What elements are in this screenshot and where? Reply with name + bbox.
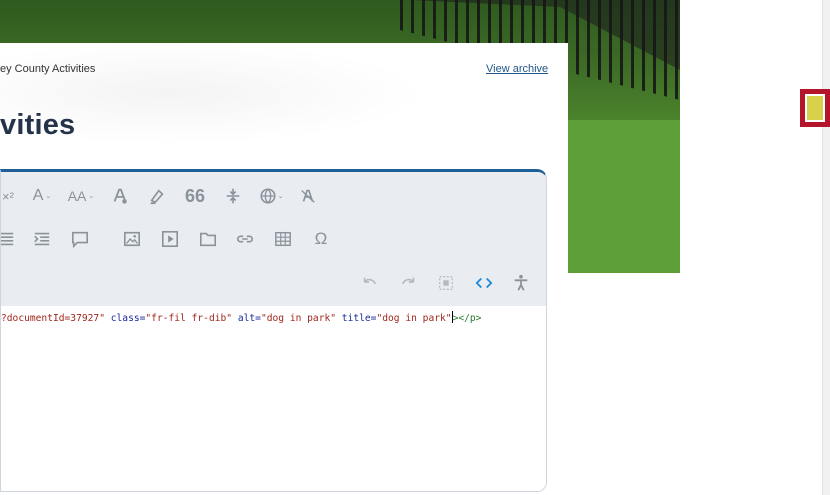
content-card: ey County Activities View archive vities… [0, 43, 568, 495]
undo-icon[interactable] [357, 270, 383, 296]
page-title: vities [0, 109, 76, 141]
insert-video-icon[interactable] [157, 226, 183, 252]
code-alt-value: "dog in park" [260, 313, 337, 324]
quote-glyph: 66 [184, 185, 206, 206]
page-scrollbar[interactable] [822, 0, 830, 495]
comment-icon[interactable] [67, 226, 93, 252]
view-archive-link[interactable]: View archive [486, 63, 548, 75]
code-tag-end: ></p> [452, 313, 482, 324]
font-family-icon[interactable]: A ⌄ [29, 183, 55, 209]
highlight-icon[interactable] [144, 183, 170, 209]
insert-file-icon[interactable] [195, 226, 221, 252]
code-view-icon[interactable] [471, 270, 497, 296]
code-attr-alt: alt= [232, 313, 261, 324]
feedback-badge-inner [805, 94, 825, 122]
font-family-glyph: A [32, 187, 44, 204]
editor-toolbar: ×² A ⌄ AA ⌄ 66 ⌄ Ω [1, 172, 546, 306]
html-code-view[interactable]: ?documentId=37927" class="fr-fil fr-dib"… [1, 306, 546, 491]
accessibility-icon[interactable] [508, 270, 534, 296]
grass [560, 120, 680, 273]
insert-link-icon[interactable] [232, 226, 258, 252]
code-line: ?documentId=37927" class="fr-fil fr-dib"… [1, 311, 481, 324]
code-attr-class: class= [104, 313, 146, 324]
code-class-value: "fr-fil fr-dib" [145, 313, 233, 324]
font-size-glyph: AA [67, 188, 87, 204]
feedback-badge[interactable] [800, 89, 830, 127]
text-color-icon[interactable] [107, 183, 133, 209]
breadcrumb: ey County Activities [0, 63, 96, 75]
code-title-value: "dog in park" [376, 313, 452, 324]
insert-table-icon[interactable] [270, 226, 296, 252]
insert-image-icon[interactable] [119, 226, 145, 252]
line-height-icon[interactable] [220, 183, 246, 209]
chevron-down-icon: ⌄ [277, 193, 284, 200]
align-justify-icon[interactable] [1, 226, 19, 252]
quote-icon[interactable]: 66 [182, 183, 208, 209]
clear-format-icon[interactable] [295, 183, 321, 209]
code-attr-title: title= [336, 313, 377, 324]
select-all-icon[interactable] [433, 270, 459, 296]
chevron-down-icon: ⌄ [45, 193, 52, 200]
superscript-glyph: ×² [2, 188, 14, 204]
chevron-down-icon: ⌄ [88, 193, 95, 200]
redo-icon[interactable] [395, 270, 421, 296]
special-characters-icon[interactable]: Ω [308, 226, 334, 252]
code-src-value: ?documentId=37927" [1, 313, 105, 324]
rich-text-editor: ×² A ⌄ AA ⌄ 66 ⌄ Ω ?documentId=37927" cl… [0, 169, 547, 492]
card-header: ey County Activities View archive vities [0, 43, 568, 173]
special-characters-glyph: Ω [314, 229, 328, 248]
indent-icon[interactable] [29, 226, 55, 252]
font-size-icon[interactable]: AA ⌄ [65, 183, 97, 209]
superscript-icon[interactable]: ×² [1, 183, 19, 209]
language-icon[interactable]: ⌄ [255, 183, 287, 209]
